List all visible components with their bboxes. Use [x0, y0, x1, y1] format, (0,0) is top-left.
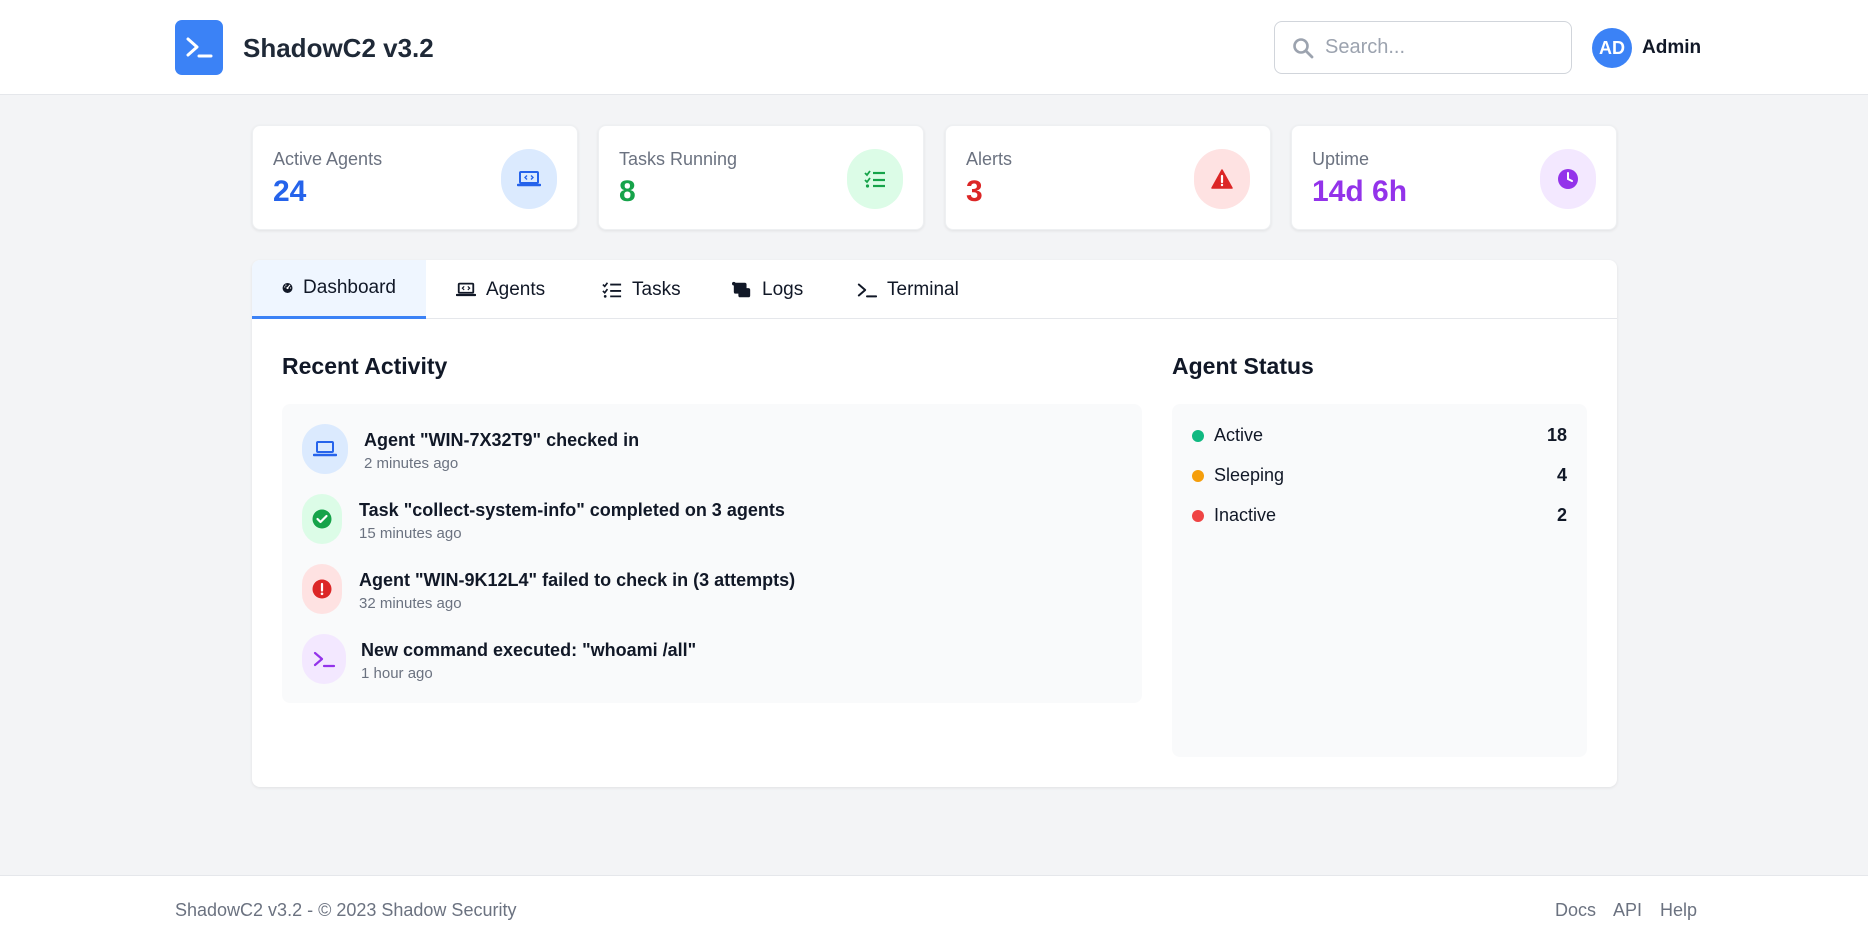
- activity-time: 1 hour ago: [361, 665, 433, 682]
- laptop-icon: [456, 282, 476, 296]
- app-logo[interactable]: [175, 20, 223, 75]
- terminal-icon: [857, 283, 877, 297]
- search-box[interactable]: [1274, 21, 1572, 74]
- stat-card-tasks-running: Tasks Running 8: [598, 125, 924, 230]
- stat-label: Uptime: [1312, 149, 1370, 169]
- stat-label: Alerts: [966, 149, 1013, 169]
- recent-activity-title: Recent Activity: [282, 353, 448, 379]
- tab-tasks[interactable]: Tasks: [572, 260, 711, 319]
- agent-status-list: Active 18 Sleeping 4 Inactive 2: [1172, 404, 1587, 757]
- status-row-inactive: Inactive 2: [1192, 501, 1567, 531]
- status-dot: [1192, 430, 1204, 442]
- footer-copyright: ShadowC2 v3.2 - © 2023 Shadow Security: [175, 900, 517, 920]
- list-check-icon: [847, 149, 903, 209]
- avatar[interactable]: AD: [1592, 28, 1632, 68]
- activity-text: Agent "WIN-7X32T9" checked in: [364, 430, 640, 450]
- user-name[interactable]: Admin: [1642, 37, 1701, 59]
- laptop-code-icon: [501, 149, 557, 209]
- laptop-icon: [302, 424, 348, 474]
- tab-label: Logs: [762, 278, 804, 300]
- stat-value: 8: [619, 175, 636, 208]
- stat-value: 3: [966, 175, 983, 208]
- tab-label: Dashboard: [303, 277, 396, 298]
- status-row-active: Active 18: [1192, 421, 1567, 451]
- warning-triangle-icon: [1194, 149, 1250, 209]
- activity-time: 2 minutes ago: [364, 455, 459, 472]
- tab-agents[interactable]: Agents: [426, 260, 575, 319]
- activity-list: Agent "WIN-7X32T9" checked in 2 minutes …: [282, 404, 1142, 703]
- tab-terminal[interactable]: Terminal: [827, 260, 989, 319]
- agent-status-title: Agent Status: [1172, 353, 1314, 379]
- app-title: ShadowC2 v3.2: [243, 33, 434, 63]
- tab-label: Tasks: [632, 278, 681, 300]
- tab-logs[interactable]: Logs: [702, 260, 833, 319]
- stat-card-active-agents: Active Agents 24: [252, 125, 578, 230]
- search-input[interactable]: [1325, 22, 1565, 73]
- stat-card-alerts: Alerts 3: [945, 125, 1271, 230]
- stat-value: 24: [273, 175, 307, 208]
- activity-text: Agent "WIN-9K12L4" failed to check in (3…: [359, 570, 796, 590]
- activity-text: Task "collect-system-info" completed on …: [359, 500, 785, 520]
- stat-label: Active Agents: [273, 149, 383, 169]
- status-row-sleeping: Sleeping 4: [1192, 461, 1567, 491]
- footer-link-docs[interactable]: Docs: [1555, 900, 1596, 921]
- tab-dashboard[interactable]: Dashboard: [252, 260, 426, 319]
- check-circle-icon: [302, 494, 342, 544]
- clock-icon: [1540, 149, 1596, 209]
- search-icon: [1293, 38, 1314, 59]
- gauge-icon: [282, 283, 293, 293]
- stat-label: Tasks Running: [619, 149, 738, 169]
- activity-time: 32 minutes ago: [359, 595, 462, 612]
- terminal-prompt-icon: [186, 37, 213, 57]
- footer-link-help[interactable]: Help: [1660, 900, 1697, 921]
- terminal-icon: [302, 634, 346, 684]
- top-header: ShadowC2 v3.2 AD Admin: [0, 0, 1868, 95]
- status-label: Active: [1214, 425, 1264, 445]
- footer: ShadowC2 v3.2 - © 2023 Shadow Security D…: [0, 875, 1868, 940]
- status-label: Inactive: [1214, 505, 1277, 525]
- stat-value: 14d 6h: [1312, 175, 1408, 208]
- footer-link-api[interactable]: API: [1613, 900, 1642, 921]
- exclamation-circle-icon: [302, 564, 342, 614]
- status-label: Sleeping: [1214, 465, 1285, 485]
- tab-label: Terminal: [887, 278, 959, 300]
- status-count: 4: [1556, 465, 1567, 485]
- stat-card-uptime: Uptime 14d 6h: [1291, 125, 1617, 230]
- status-dot: [1192, 510, 1204, 522]
- status-dot: [1192, 470, 1204, 482]
- status-count: 2: [1556, 505, 1567, 525]
- scroll-icon: [732, 281, 751, 297]
- status-count: 18: [1546, 425, 1567, 445]
- main-panel: Dashboard Agents Tasks Logs Terminal Rec…: [252, 260, 1617, 787]
- tab-bar: Dashboard Agents Tasks Logs Terminal: [252, 260, 1617, 319]
- activity-time: 15 minutes ago: [359, 525, 462, 542]
- activity-text: New command executed: "whoami /all": [361, 640, 697, 660]
- tab-label: Agents: [486, 278, 546, 300]
- tasks-icon: [602, 281, 622, 298]
